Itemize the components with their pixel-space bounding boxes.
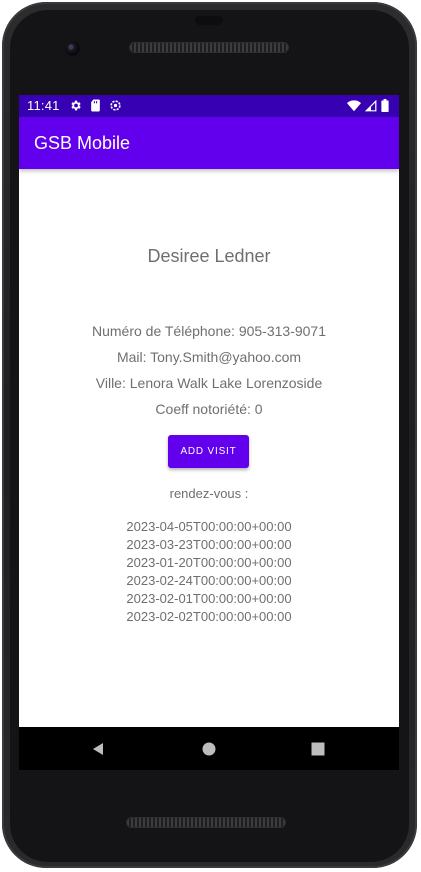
app-bar: GSB Mobile <box>19 117 399 169</box>
bottom-speaker <box>127 818 285 827</box>
gear-icon <box>71 100 81 111</box>
add-visit-button[interactable]: ADD VISIT <box>168 435 249 468</box>
home-icon <box>202 742 216 755</box>
screen: 11:41 GSB Mobile Desiree Ledner Numéro d… <box>19 95 399 770</box>
appointment-item: 2023-03-23T00:00:00+00:00 <box>126 537 292 552</box>
signal-icon <box>365 99 377 111</box>
mail-text: Mail: Tony.Smith@yahoo.com <box>116 349 302 365</box>
appointment-item: 2023-01-20T00:00:00+00:00 <box>126 555 292 570</box>
recents-icon <box>311 742 325 755</box>
appointments-label: rendez-vous : <box>169 486 249 501</box>
device-frame: 11:41 GSB Mobile Desiree Ledner Numéro d… <box>0 0 421 872</box>
status-time: 11:41 <box>27 98 60 113</box>
appointment-item: 2023-02-02T00:00:00+00:00 <box>126 609 292 624</box>
sd-card-icon <box>91 99 100 112</box>
notification-icons <box>69 99 122 112</box>
settings-cog-icon <box>110 100 121 111</box>
appointment-item: 2023-04-05T00:00:00+00:00 <box>126 519 292 534</box>
recents-button[interactable] <box>288 727 348 770</box>
coeff-text: Coeff notoriété: 0 <box>155 401 263 417</box>
system-icons <box>347 99 389 112</box>
battery-icon <box>381 99 389 112</box>
back-icon <box>93 742 103 755</box>
app-title: GSB Mobile <box>34 133 131 153</box>
front-camera-icon <box>65 41 80 56</box>
city-text: Ville: Lenora Walk Lake Lorenzoside <box>95 375 323 391</box>
earpiece-speaker <box>130 43 288 52</box>
appointments-list: 2023-04-05T00:00:00+00:00 2023-03-23T00:… <box>19 518 399 626</box>
practitioner-detail: Desiree Ledner Numéro de Téléphone: 905-… <box>19 169 399 727</box>
phone-text: Numéro de Téléphone: 905-313-9071 <box>91 323 327 339</box>
proximity-sensor <box>195 16 223 25</box>
appointment-item: 2023-02-01T00:00:00+00:00 <box>126 591 292 606</box>
appointment-item: 2023-02-24T00:00:00+00:00 <box>126 573 292 588</box>
status-bar: 11:41 <box>19 95 399 117</box>
home-button[interactable] <box>179 727 239 770</box>
practitioner-name: Desiree Ledner <box>147 246 271 266</box>
back-button[interactable] <box>68 727 128 770</box>
navigation-bar <box>19 727 399 770</box>
wifi-icon <box>347 99 361 111</box>
